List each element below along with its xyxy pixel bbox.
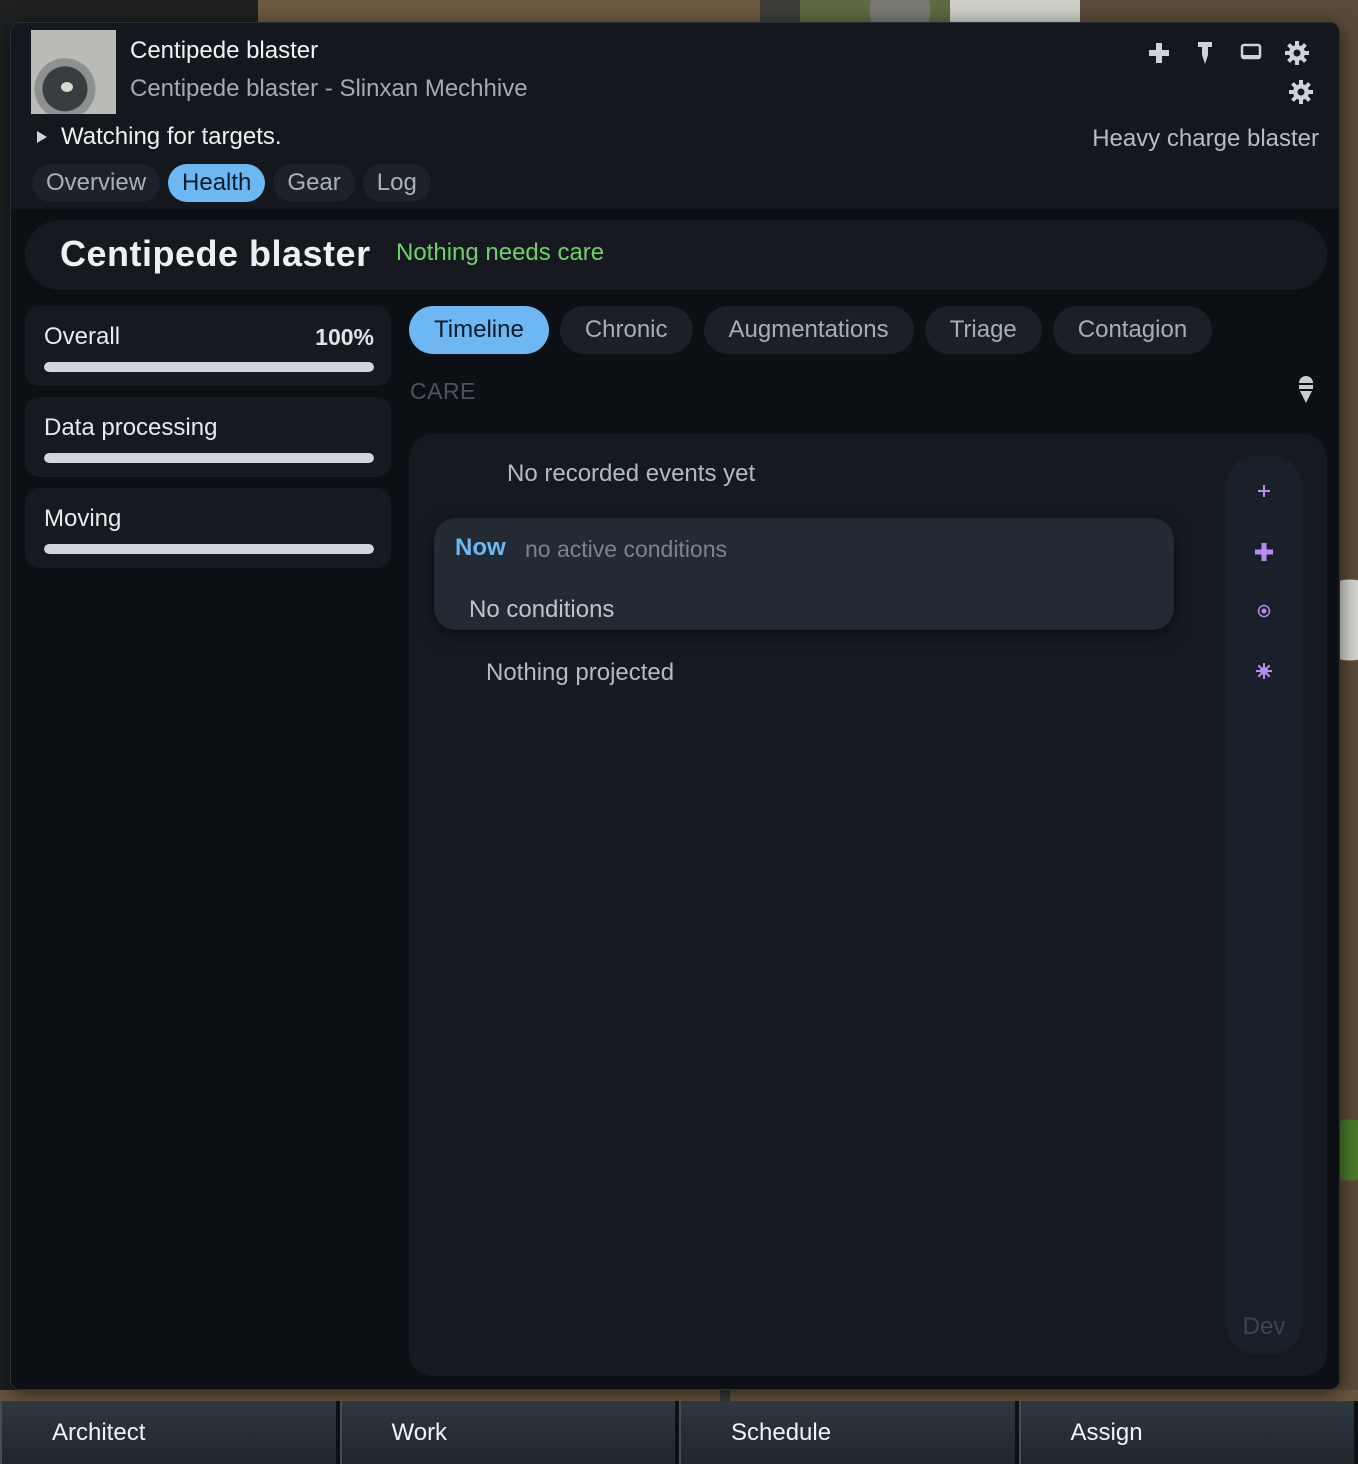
capacity-label: Moving xyxy=(44,505,122,532)
target-dot-icon[interactable] xyxy=(1226,604,1302,618)
equipped-weapon: Heavy charge blaster xyxy=(1092,125,1319,152)
subtab-contagion[interactable]: Contagion xyxy=(1052,306,1213,354)
capacity-bar xyxy=(44,453,374,463)
tab-gear[interactable]: Gear xyxy=(273,164,355,202)
subtab-triage[interactable]: Triage xyxy=(924,306,1042,354)
capacity-fill xyxy=(44,544,374,554)
capacity-fill xyxy=(44,453,374,463)
capacity-bar xyxy=(44,544,374,554)
medical-cross-icon[interactable] xyxy=(1145,39,1173,67)
capacity-moving: Moving xyxy=(25,488,391,568)
subtab-timeline[interactable]: Timeline xyxy=(409,306,549,354)
gear-icon[interactable] xyxy=(1283,39,1311,67)
main-button-bar: Architect Work Schedule Assign xyxy=(0,1401,1358,1464)
health-pawn-name: Centipede blaster xyxy=(60,233,371,274)
care-section-label: CARE xyxy=(410,378,476,404)
architect-button[interactable]: Architect xyxy=(0,1401,340,1464)
pin-icon[interactable] xyxy=(1191,39,1219,67)
assign-button[interactable]: Assign xyxy=(1018,1401,1358,1464)
inspect-window: Centipede blaster Centipede blaster - Sl… xyxy=(10,22,1340,1390)
no-events-text: No recorded events yet xyxy=(507,460,756,487)
nothing-projected-text: Nothing projected xyxy=(486,659,675,686)
dev-button[interactable]: Dev xyxy=(1226,1313,1302,1341)
health-subtabs: Timeline Chronic Augmentations Triage Co… xyxy=(409,306,1213,354)
expand-triangle-icon[interactable] xyxy=(37,131,47,143)
subtab-chronic[interactable]: Chronic xyxy=(559,306,693,354)
no-conditions-text: No conditions xyxy=(469,596,615,623)
capacity-label: Overall xyxy=(44,323,121,350)
capacity-bar xyxy=(44,362,374,372)
now-label: Now xyxy=(455,534,506,561)
small-plus-icon[interactable] xyxy=(1226,484,1302,498)
now-status: no active conditions xyxy=(525,536,728,562)
work-button[interactable]: Work xyxy=(339,1401,679,1464)
status-line[interactable]: Watching for targets. xyxy=(37,123,282,151)
now-card: Now no active conditions No conditions xyxy=(434,518,1174,630)
status-text: Watching for targets. xyxy=(61,123,282,150)
tab-health[interactable]: Health xyxy=(168,164,266,202)
health-banner: Centipede blaster Nothing needs care xyxy=(25,220,1327,290)
tab-log[interactable]: Log xyxy=(362,164,431,202)
capacity-fill xyxy=(44,362,374,372)
window-header: Centipede blaster Centipede blaster - Sl… xyxy=(11,23,1339,209)
tab-overview[interactable]: Overview xyxy=(32,164,161,202)
subtab-augmentations[interactable]: Augmentations xyxy=(703,306,914,354)
medicine-drop-icon[interactable] xyxy=(1297,375,1315,405)
pawn-portrait[interactable] xyxy=(31,30,116,114)
inspect-tabs: Overview Health Gear Log xyxy=(32,164,431,202)
timeline-panel: No recorded events yet Now no active con… xyxy=(409,434,1327,1376)
burst-icon[interactable] xyxy=(1226,662,1302,680)
header-icons xyxy=(1145,39,1311,67)
schedule-button[interactable]: Schedule xyxy=(679,1401,1019,1464)
settings-icon[interactable] xyxy=(1287,78,1315,106)
monitor-icon[interactable] xyxy=(1237,39,1265,67)
plus-icon[interactable] xyxy=(1226,542,1302,562)
timeline-tool-rail: Dev xyxy=(1226,456,1302,1354)
pawn-subtitle: Centipede blaster - Slinxan Mechhive xyxy=(130,75,528,102)
health-status: Nothing needs care xyxy=(396,239,605,266)
pawn-title: Centipede blaster xyxy=(130,37,319,64)
capacity-overall: Overall 100% xyxy=(25,306,391,386)
capacity-label: Data processing xyxy=(44,414,218,441)
capacity-value: 100% xyxy=(315,324,374,350)
capacity-data-processing: Data processing xyxy=(25,397,391,477)
